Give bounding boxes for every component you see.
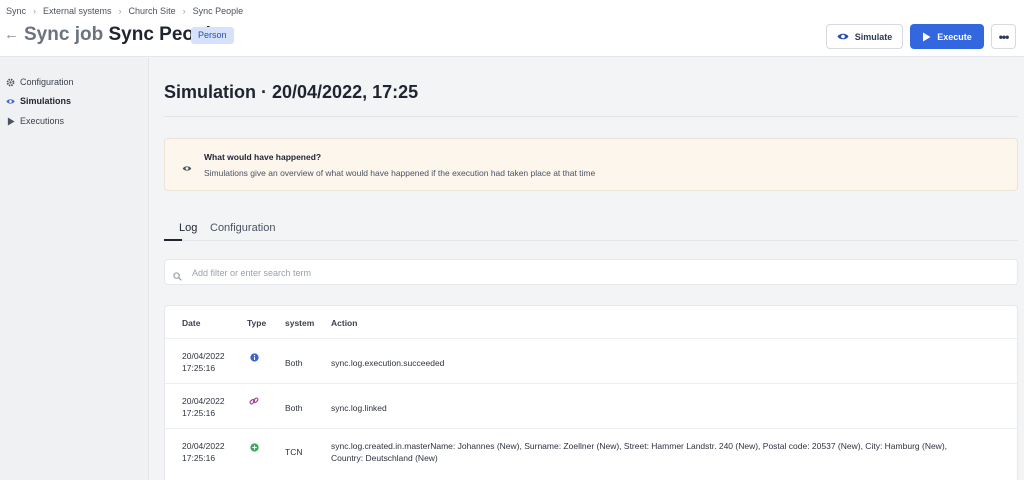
tab-log[interactable]: Log: [179, 222, 197, 234]
chevron-right-icon: ›: [118, 6, 122, 16]
eye-icon: [6, 97, 15, 106]
action-cell: sync.log.execution.succeeded: [331, 358, 445, 368]
column-header-type[interactable]: Type: [247, 318, 266, 328]
sidebar-item-executions[interactable]: Executions: [6, 114, 64, 128]
page-title: Simulation · 20/04/2022, 17:25: [164, 82, 419, 102]
date-value: 20/04/2022: [182, 396, 225, 406]
play-icon: [6, 117, 15, 126]
table-row[interactable]: 20/04/2022 17:25:16 Both sync.log.linked: [165, 383, 1017, 428]
gear-icon: [6, 78, 15, 87]
execute-button[interactable]: Execute: [910, 24, 984, 49]
search-bar[interactable]: [164, 259, 1018, 285]
execute-label: Execute: [937, 31, 972, 42]
main-content: Simulation · 20/04/2022, 17:25 What woul…: [150, 58, 1024, 480]
sidebar-item-label: Configuration: [20, 77, 74, 87]
page-header: Sync › External systems › Church Site › …: [0, 0, 1024, 57]
entity-type-badge: Person: [191, 27, 234, 44]
table-row[interactable]: 20/04/2022 17:25:16 Both sync.log.execut…: [165, 338, 1017, 383]
system-cell: Both: [285, 403, 303, 413]
search-icon: [173, 268, 182, 286]
breadcrumb: Sync › External systems › Church Site › …: [6, 6, 243, 16]
date-cell: 20/04/2022 17:25:16: [182, 440, 242, 464]
breadcrumb-item-church-site[interactable]: Church Site: [129, 6, 176, 16]
plus-circle-icon: [247, 441, 261, 453]
simulate-label: Simulate: [854, 31, 893, 42]
time-value: 17:25:16: [182, 363, 216, 373]
info-box: What would have happened? Simulations gi…: [164, 138, 1018, 191]
link-icon: [247, 395, 261, 407]
info-text: Simulations give an overview of what wou…: [204, 168, 596, 178]
eye-icon: [182, 159, 192, 177]
column-header-system[interactable]: system: [285, 318, 314, 328]
sidebar-item-simulations[interactable]: Simulations: [6, 94, 71, 108]
action-cell: sync.log.linked: [331, 403, 387, 413]
date-value: 20/04/2022: [182, 441, 225, 451]
breadcrumb-item-sync[interactable]: Sync: [6, 6, 26, 16]
tab-bar: Log Configuration: [164, 220, 1018, 241]
active-tab-indicator: [164, 239, 182, 241]
search-input[interactable]: [192, 264, 992, 281]
divider: [164, 116, 1018, 117]
sidebar-item-label: Executions: [20, 116, 65, 126]
table-row[interactable]: 20/04/2022 17:25:16 TCN sync.log.created…: [165, 428, 1017, 480]
more-icon: •••: [998, 29, 1010, 44]
eye-icon: [837, 32, 849, 41]
tab-configuration[interactable]: Configuration: [210, 222, 275, 234]
action-cell: sync.log.created.in.masterName: Johannes…: [331, 441, 948, 463]
log-table: Date Type system Action 20/04/2022 17:25…: [164, 305, 1018, 480]
breadcrumb-item-external-systems[interactable]: External systems: [43, 6, 112, 16]
info-icon: [247, 351, 261, 363]
date-cell: 20/04/2022 17:25:16: [182, 395, 242, 419]
system-cell: TCN: [285, 447, 303, 457]
chevron-right-icon: ›: [33, 6, 37, 16]
info-title: What would have happened?: [204, 152, 322, 162]
sidebar: Configuration Simulations Executions: [0, 58, 149, 480]
more-options-button[interactable]: •••: [991, 24, 1016, 49]
date-value: 20/04/2022: [182, 351, 225, 361]
sidebar-item-label: Simulations: [20, 96, 72, 106]
title-prefix: Sync job: [24, 24, 104, 45]
column-header-date[interactable]: Date: [182, 318, 200, 328]
time-value: 17:25:16: [182, 453, 216, 463]
play-icon: [922, 32, 931, 42]
date-cell: 20/04/2022 17:25:16: [182, 350, 242, 374]
column-header-action[interactable]: Action: [331, 318, 357, 328]
time-value: 17:25:16: [182, 408, 216, 418]
chevron-right-icon: ›: [182, 6, 186, 16]
breadcrumb-item-sync-people: Sync People: [192, 6, 244, 16]
sidebar-item-configuration[interactable]: Configuration: [6, 75, 74, 89]
system-cell: Both: [285, 358, 303, 368]
back-arrow-icon[interactable]: ←: [4, 25, 19, 45]
simulate-button[interactable]: Simulate: [826, 24, 903, 49]
